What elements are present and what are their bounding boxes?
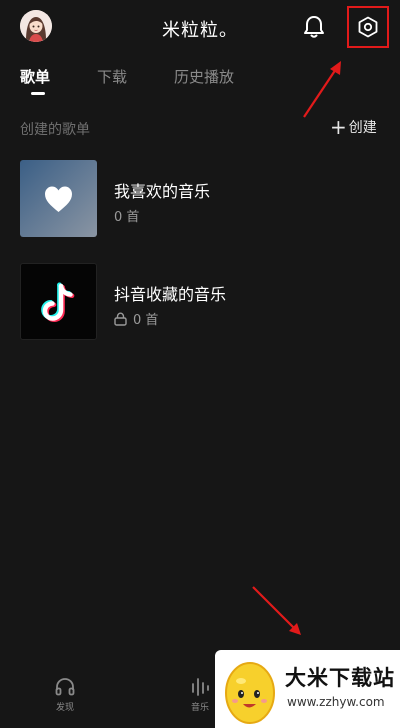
equalizer-icon bbox=[192, 678, 209, 696]
arrow-to-bottom bbox=[252, 586, 297, 631]
playlist-row-liked[interactable]: 我喜欢的音乐 0 首 bbox=[20, 160, 380, 240]
nav-music[interactable]: 音乐 bbox=[180, 676, 220, 713]
watermark-title: 大米下载站 bbox=[285, 666, 395, 690]
tab-playlists[interactable]: 歌单 bbox=[20, 66, 50, 87]
plus-icon: + bbox=[330, 115, 347, 139]
gear-icon bbox=[357, 16, 379, 38]
headphones-icon bbox=[55, 678, 75, 696]
playlist-cover bbox=[20, 263, 97, 340]
create-playlist-button[interactable]: + 创建 bbox=[330, 117, 377, 137]
watermark-url: www.zzhyw.com bbox=[287, 695, 385, 709]
playlist-name: 我喜欢的音乐 bbox=[114, 182, 211, 201]
nav-label: 音乐 bbox=[190, 703, 209, 713]
section-title: 创建的歌单 bbox=[20, 122, 90, 138]
arrow-to-settings bbox=[303, 65, 339, 118]
lock-icon bbox=[114, 311, 127, 326]
create-label: 创建 bbox=[348, 120, 377, 136]
nav-label: 发现 bbox=[55, 703, 74, 713]
playlist-count: 0 首 bbox=[114, 309, 158, 328]
song-count: 0 首 bbox=[114, 210, 140, 225]
settings-button[interactable] bbox=[347, 6, 389, 48]
playlist-cover bbox=[20, 160, 97, 237]
tab-history[interactable]: 历史播放 bbox=[174, 66, 234, 87]
bell-icon[interactable] bbox=[302, 14, 326, 40]
arrow-head bbox=[289, 623, 301, 635]
arrow-head bbox=[330, 61, 341, 75]
playlist-row-tiktok[interactable]: 抖音收藏的音乐 0 首 bbox=[20, 263, 380, 343]
header: 米粒粒。 bbox=[0, 0, 400, 56]
active-tab-indicator bbox=[31, 92, 45, 95]
watermark: 大米下载站 www.zzhyw.com bbox=[215, 650, 400, 728]
mascot-logo bbox=[225, 662, 275, 724]
playlist-count: 0 首 bbox=[114, 206, 139, 225]
page-title: 米粒粒。 bbox=[162, 20, 238, 41]
nav-discover[interactable]: 发现 bbox=[45, 676, 85, 713]
tab-downloads[interactable]: 下载 bbox=[97, 66, 127, 87]
tiktok-icon bbox=[41, 282, 75, 322]
playlist-name: 抖音收藏的音乐 bbox=[114, 285, 227, 304]
heart-icon bbox=[45, 186, 72, 212]
annotation-arrows bbox=[252, 61, 341, 635]
song-count: 0 首 bbox=[133, 313, 159, 328]
